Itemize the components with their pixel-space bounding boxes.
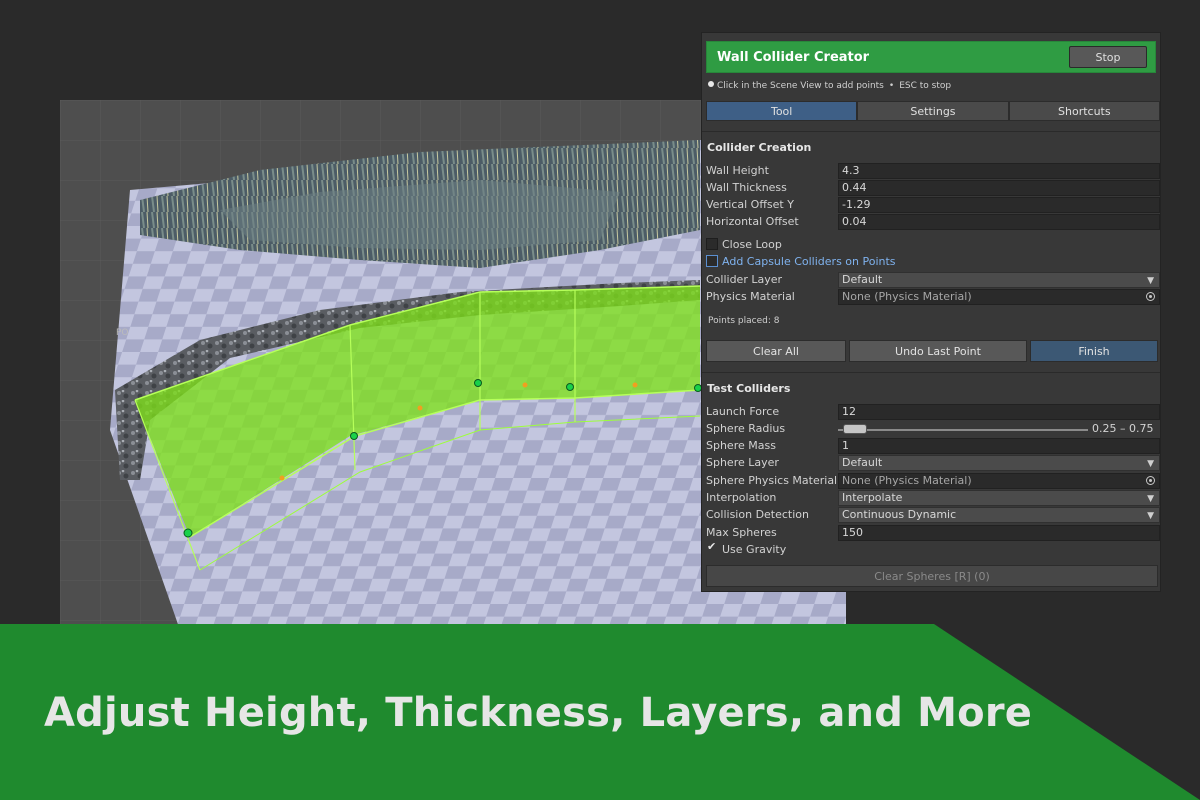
interpolation-dropdown[interactable]: Interpolate ▼ [838, 490, 1160, 506]
add-capsule-colliders-label: Add Capsule Colliders on Points [722, 255, 896, 268]
collider-layer-label: Collider Layer [706, 273, 783, 286]
use-gravity-checkbox[interactable]: ✔ [706, 540, 718, 555]
wall-height-label: Wall Height [706, 164, 769, 177]
title-bar: Wall Collider Creator Stop [706, 41, 1156, 73]
sphere-radius-value: 0.25 – 0.75 [1092, 422, 1154, 435]
vertical-offset-field[interactable]: -1.29 [838, 197, 1160, 213]
horizontal-offset-field[interactable]: 0.04 [838, 214, 1160, 230]
target-circle-icon[interactable] [1146, 292, 1155, 301]
target-circle-icon[interactable] [1146, 476, 1155, 485]
triangle-down-icon: ▼ [1147, 276, 1154, 286]
sphere-layer-dropdown[interactable]: Default ▼ [838, 455, 1160, 471]
add-capsule-colliders-checkbox[interactable] [706, 255, 718, 267]
dot-icon [708, 81, 714, 87]
sphere-radius-slider-track[interactable] [838, 429, 1088, 431]
wall-thickness-label: Wall Thickness [706, 181, 787, 194]
sphere-radius-slider-handle[interactable] [843, 424, 867, 434]
undo-last-point-button[interactable]: Undo Last Point [849, 340, 1027, 362]
wall-thickness-row: Wall Thickness 0.44 [706, 180, 1160, 197]
physics-material-value: None (Physics Material) [842, 290, 972, 303]
wall-height-field[interactable]: 4.3 [838, 163, 1160, 179]
sphere-radius-label: Sphere Radius [706, 422, 786, 435]
sphere-layer-label: Sphere Layer [706, 456, 779, 469]
triangle-down-icon: ▼ [1147, 494, 1154, 504]
collider-creation-heading: Collider Creation [707, 141, 812, 154]
physics-material-row: Physics Material None (Physics Material) [706, 289, 1160, 306]
use-gravity-label: Use Gravity [722, 543, 787, 556]
hint-text: Click in the Scene View to add points [717, 81, 884, 91]
sphere-layer-value: Default [842, 456, 883, 469]
tab-bar: Tool Settings Shortcuts [706, 101, 1160, 121]
sphere-mass-field[interactable]: 1 [838, 438, 1160, 454]
launch-force-label: Launch Force [706, 405, 780, 418]
wall-height-row: Wall Height 4.3 [706, 163, 1160, 180]
collider-layer-value: Default [842, 273, 883, 286]
test-colliders-heading: Test Colliders [707, 382, 791, 395]
sphere-physics-material-field[interactable]: None (Physics Material) [838, 473, 1160, 489]
sphere-radius-row: Sphere Radius 0.25 – 0.75 [706, 421, 1160, 438]
banner-headline: Adjust Height, Thickness, Layers, and Mo… [44, 690, 1033, 736]
scene-axis-label: PO [116, 328, 129, 338]
wall-collider-creator-window: Wall Collider Creator Stop Click in the … [701, 32, 1161, 592]
collider-layer-dropdown[interactable]: Default ▼ [838, 272, 1160, 288]
horizontal-offset-label: Horizontal Offset [706, 215, 799, 228]
triangle-down-icon: ▼ [1147, 511, 1154, 521]
window-title: Wall Collider Creator [717, 50, 870, 65]
collision-detection-value: Continuous Dynamic [842, 508, 957, 521]
sphere-mass-row: Sphere Mass 1 [706, 438, 1160, 455]
instruction-hint: Click in the Scene View to add points • ES… [708, 81, 951, 91]
sphere-physics-material-label: Sphere Physics Material [706, 474, 838, 487]
interpolation-value: Interpolate [842, 491, 903, 504]
sphere-physics-material-value: None (Physics Material) [842, 474, 972, 487]
clear-spheres-button[interactable]: Clear Spheres [R] (0) [706, 565, 1158, 587]
hint-separator: • [888, 81, 895, 91]
sphere-physics-material-row: Sphere Physics Material None (Physics Ma… [706, 473, 1160, 490]
max-spheres-row: Max Spheres 150 [706, 525, 1160, 542]
close-loop-label: Close Loop [722, 238, 782, 251]
interpolation-label: Interpolation [706, 491, 777, 504]
collision-detection-row: Collision Detection Continuous Dynamic ▼ [706, 507, 1160, 524]
stop-button[interactable]: Stop [1069, 46, 1147, 68]
max-spheres-label: Max Spheres [706, 526, 777, 539]
collision-detection-dropdown[interactable]: Continuous Dynamic ▼ [838, 507, 1160, 523]
close-loop-checkbox[interactable] [706, 238, 718, 250]
launch-force-row: Launch Force 12 [706, 404, 1160, 421]
interpolation-row: Interpolation Interpolate ▼ [706, 490, 1160, 507]
physics-material-field[interactable]: None (Physics Material) [838, 289, 1160, 305]
physics-material-label: Physics Material [706, 290, 795, 303]
wall-thickness-field[interactable]: 0.44 [838, 180, 1160, 196]
sphere-mass-label: Sphere Mass [706, 439, 776, 452]
tab-shortcuts[interactable]: Shortcuts [1008, 101, 1160, 121]
clear-all-button[interactable]: Clear All [706, 340, 846, 362]
launch-force-field[interactable]: 12 [838, 404, 1160, 420]
max-spheres-field[interactable]: 150 [838, 525, 1160, 541]
collision-detection-label: Collision Detection [706, 508, 810, 521]
finish-button[interactable]: Finish [1030, 340, 1158, 362]
vertical-offset-label: Vertical Offset Y [706, 198, 794, 211]
points-placed-counter: Points placed: 8 [708, 316, 780, 326]
divider [702, 131, 1160, 132]
check-icon: ✔ [707, 540, 717, 553]
tab-tool[interactable]: Tool [706, 101, 858, 121]
divider [702, 372, 1160, 373]
tab-settings[interactable]: Settings [857, 101, 1009, 121]
hint-escape-text: ESC to stop [899, 81, 952, 91]
triangle-down-icon: ▼ [1147, 459, 1154, 469]
feature-banner: Adjust Height, Thickness, Layers, and Mo… [0, 624, 1200, 800]
vertical-offset-row: Vertical Offset Y -1.29 [706, 197, 1160, 214]
horizontal-offset-row: Horizontal Offset 0.04 [706, 214, 1160, 231]
collider-layer-row: Collider Layer Default ▼ [706, 272, 1160, 289]
sphere-layer-row: Sphere Layer Default ▼ [706, 455, 1160, 472]
